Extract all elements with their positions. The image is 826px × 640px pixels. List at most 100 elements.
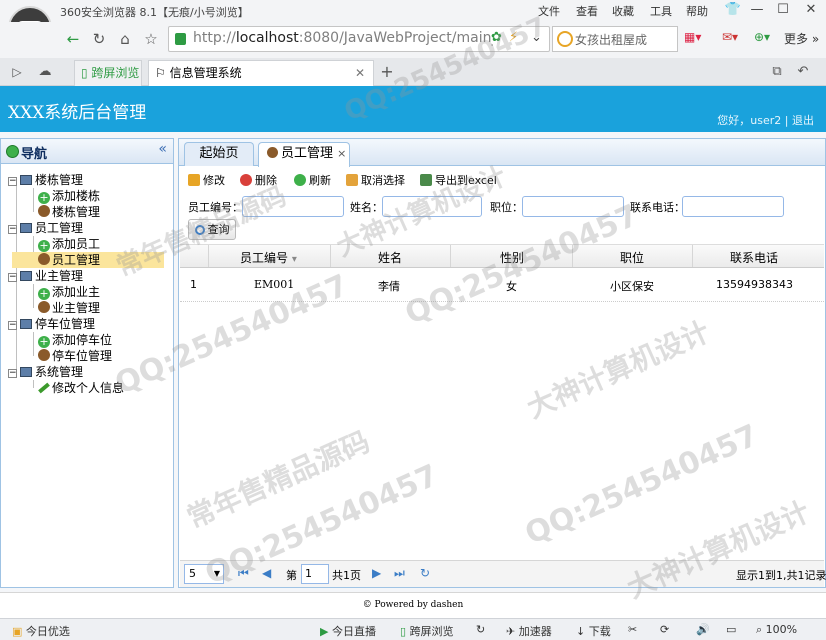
globe-icon bbox=[6, 145, 19, 158]
tab-info-system[interactable]: ⚐ 信息管理系统 ✕ bbox=[148, 60, 374, 86]
delete-button[interactable]: 删除 bbox=[240, 172, 277, 190]
undo-icon[interactable]: ↶ bbox=[792, 61, 814, 83]
col-name[interactable]: 姓名 bbox=[378, 249, 402, 266]
home-icon[interactable]: ⌂ bbox=[114, 28, 136, 50]
menu-view[interactable]: 查看 bbox=[576, 3, 598, 19]
star-icon[interactable]: ☆ bbox=[140, 28, 162, 50]
tree-item-add-employee[interactable]: + 添加员工 bbox=[38, 236, 100, 252]
grid-sep bbox=[572, 245, 573, 267]
apps-icon[interactable]: ▦▾ bbox=[684, 30, 701, 44]
user-divider: | bbox=[784, 114, 789, 127]
tree-item-employee-manage[interactable]: 员工管理 bbox=[12, 252, 164, 268]
bolt-icon[interactable]: ⚡ bbox=[509, 30, 518, 45]
edit-button[interactable]: 修改 bbox=[188, 172, 225, 190]
more-button[interactable]: 更多 » bbox=[784, 30, 819, 47]
status-accelerator[interactable]: ✈ 加速器 bbox=[506, 623, 552, 639]
unselect-button[interactable]: 取消选择 bbox=[346, 172, 405, 190]
emp-no-input[interactable] bbox=[242, 196, 344, 217]
tab-home[interactable]: 起始页 bbox=[184, 142, 254, 166]
mail-icon[interactable]: ✉▾ bbox=[722, 30, 738, 44]
row-number: 1 bbox=[190, 278, 197, 291]
shield-green-icon[interactable]: ⊕▾ bbox=[754, 30, 770, 44]
restore-icon[interactable]: ⧉ bbox=[766, 61, 788, 83]
grid-sep bbox=[208, 245, 209, 267]
user-icon bbox=[38, 253, 50, 265]
page-size-select[interactable]: 5 bbox=[184, 564, 224, 584]
menu-favorites[interactable]: 收藏 bbox=[612, 3, 634, 19]
reload-page-icon[interactable]: ↻ bbox=[420, 566, 430, 580]
computer-icon bbox=[20, 223, 32, 233]
sidebar-toggle-icon[interactable]: ▷ bbox=[6, 61, 28, 83]
tree-item-edit-profile[interactable]: 修改个人信息 bbox=[38, 380, 124, 396]
computer-icon bbox=[20, 271, 32, 281]
tree-group-employee[interactable]: − 员工管理 bbox=[8, 220, 83, 236]
last-page-icon[interactable]: ⏭ bbox=[394, 566, 405, 581]
chevron-down-icon[interactable]: ⌄ bbox=[531, 30, 542, 45]
reload-icon[interactable]: ↻ bbox=[88, 28, 110, 50]
query-button[interactable]: 查询 bbox=[188, 219, 236, 240]
logout-link[interactable]: 退出 bbox=[792, 114, 814, 127]
tree-item-add-parking[interactable]: + 添加停车位 bbox=[38, 332, 112, 348]
refresh-icon bbox=[294, 174, 306, 186]
tree-group-parking[interactable]: − 停车位管理 bbox=[8, 316, 95, 332]
computer-icon bbox=[20, 175, 32, 185]
computer-icon bbox=[20, 367, 32, 377]
tree-group-system[interactable]: − 系统管理 bbox=[8, 364, 83, 380]
status-refresh-icon[interactable]: ↻ bbox=[476, 623, 485, 636]
menu-file[interactable]: 文件 bbox=[538, 3, 560, 19]
refresh-green-icon[interactable]: ✿ bbox=[491, 30, 502, 45]
position-input[interactable] bbox=[522, 196, 624, 217]
zoom-level[interactable]: ⌕ 100% bbox=[756, 623, 797, 637]
tree-group-owner[interactable]: − 业主管理 bbox=[8, 268, 83, 284]
close-window-button[interactable]: ✕ bbox=[798, 0, 824, 20]
status-live[interactable]: ▶ 今日直播 bbox=[320, 623, 376, 639]
tree-item-building-manage[interactable]: 楼栋管理 bbox=[38, 204, 100, 220]
name-input[interactable] bbox=[382, 196, 482, 217]
back-icon[interactable]: ← bbox=[62, 28, 84, 50]
close-tab-icon[interactable]: × bbox=[337, 147, 346, 160]
refresh-button[interactable]: 刷新 bbox=[294, 172, 331, 190]
cell-gender: 女 bbox=[506, 280, 517, 293]
tree-item-add-owner[interactable]: + 添加业主 bbox=[38, 284, 100, 300]
tree-item-add-building[interactable]: + 添加楼栋 bbox=[38, 188, 100, 204]
col-emp-no[interactable]: 员工编号 ▾ bbox=[240, 249, 297, 266]
status-capture-icon[interactable]: ✂ bbox=[628, 623, 637, 636]
minimize-button[interactable]: — bbox=[744, 0, 770, 20]
tree-item-owner-manage[interactable]: 业主管理 bbox=[38, 300, 100, 316]
status-sound-icon[interactable]: 🔊 bbox=[696, 623, 710, 636]
shirt-icon[interactable]: 👕 bbox=[720, 0, 746, 20]
page-number-input[interactable]: 1 bbox=[301, 564, 329, 584]
menu-help[interactable]: 帮助 bbox=[686, 3, 708, 19]
col-position[interactable]: 职位 bbox=[620, 249, 644, 266]
collapse-icon[interactable]: « bbox=[158, 141, 167, 157]
gift-icon: ▣ bbox=[12, 625, 23, 638]
address-bar[interactable]: http://localhost:8080/JavaWebProject/mai… bbox=[168, 26, 550, 52]
first-page-icon[interactable]: ⏮ bbox=[238, 566, 249, 581]
next-page-icon[interactable]: ▶ bbox=[372, 566, 381, 580]
label-emp-no: 员工编号： bbox=[188, 201, 243, 214]
tab-cross-screen[interactable]: ▯ 跨屏浏览 bbox=[74, 60, 142, 86]
status-layout-icon[interactable]: ▭ bbox=[726, 623, 736, 636]
cloud-icon[interactable]: ☁ bbox=[34, 61, 56, 83]
col-phone[interactable]: 联系电话 bbox=[730, 249, 778, 266]
status-download[interactable]: ↓ 下载 bbox=[576, 623, 611, 639]
user-icon bbox=[38, 349, 50, 361]
export-excel-button[interactable]: 导出到excel bbox=[420, 172, 497, 190]
prev-page-icon[interactable]: ◀ bbox=[262, 566, 271, 580]
tree-group-building[interactable]: − 楼栋管理 bbox=[8, 172, 83, 188]
status-today-picks[interactable]: ▣ 今日优选 bbox=[12, 623, 70, 639]
new-tab-button[interactable]: + bbox=[376, 61, 398, 83]
menu-tools[interactable]: 工具 bbox=[650, 3, 672, 19]
close-tab-icon[interactable]: ✕ bbox=[355, 61, 365, 85]
maximize-button[interactable]: ☐ bbox=[770, 0, 796, 20]
tab-employee-manage[interactable]: 员工管理 × bbox=[258, 142, 350, 167]
search-box[interactable]: 女孩出租屋成 bbox=[552, 26, 678, 52]
col-gender[interactable]: 性别 bbox=[500, 249, 524, 266]
status-cross-screen[interactable]: ▯ 跨屏浏览 bbox=[400, 623, 454, 639]
pager-summary: 显示1到1,共1记录 bbox=[736, 569, 826, 582]
phone-input[interactable] bbox=[682, 196, 784, 217]
pencil-icon bbox=[38, 382, 50, 394]
tree-item-parking-manage[interactable]: 停车位管理 bbox=[38, 348, 112, 364]
tree-guide bbox=[33, 332, 34, 356]
status-sync-icon[interactable]: ⟳ bbox=[660, 623, 669, 636]
